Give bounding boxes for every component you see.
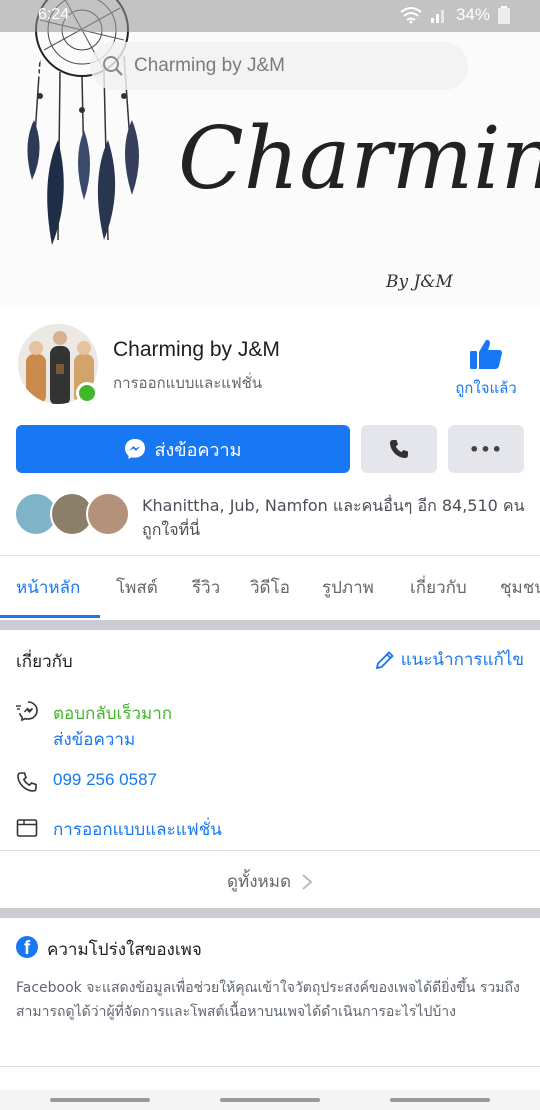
system-navigation-bar (0, 1090, 540, 1110)
cover-byline: By J&M (386, 272, 453, 292)
page-category[interactable]: การออกแบบและแฟชั่น (113, 371, 262, 395)
battery-icon (498, 6, 510, 24)
quick-reply-icon (16, 701, 38, 722)
see-all-label: ดูทั้งหมด (227, 872, 291, 892)
tab-reviews[interactable]: รีวิว (192, 574, 220, 601)
signal-icon (430, 10, 444, 23)
divider (0, 1066, 540, 1067)
back-arrow-icon[interactable] (30, 58, 54, 78)
like-thumb-icon (470, 339, 502, 369)
likes-summary-line2: ถูกใจที่นี่ (142, 520, 201, 539)
battery-percent: 34% (455, 5, 490, 24)
tab-about[interactable]: เกี่ยวกับ (410, 574, 467, 601)
tab-videos[interactable]: วิดีโอ (250, 574, 290, 601)
status-time: 6:24 (38, 6, 70, 23)
status-bar: 6:24 34% (0, 0, 540, 32)
nav-back-handle[interactable] (50, 1098, 150, 1102)
about-send-message-link[interactable]: ส่งข้อความ (53, 726, 135, 753)
transparency-description: Facebook จะแสดงข้อมูลเพื่อช่วยให้คุณเข้า… (16, 980, 520, 1020)
search-input[interactable]: Charming by J&M (134, 55, 285, 77)
facebook-icon: f (16, 936, 38, 958)
category-link[interactable]: การออกแบบและแฟชั่น (53, 816, 222, 843)
online-status-dot (76, 382, 98, 404)
divider (0, 850, 540, 851)
send-message-button[interactable]: ส่งข้อความ (16, 425, 350, 473)
wifi-icon (400, 7, 422, 24)
tab-community[interactable]: ชุมชน (500, 574, 540, 601)
nav-home-handle[interactable] (220, 1098, 320, 1102)
tab-posts[interactable]: โพสต์ (116, 574, 158, 601)
messenger-icon (125, 439, 146, 459)
more-options-button[interactable]: ••• (448, 425, 524, 473)
status-right: 34% (400, 5, 510, 25)
search-icon (103, 56, 123, 76)
like-button[interactable]: ถูกใจแล้ว (448, 338, 524, 400)
nav-recents-handle[interactable] (390, 1098, 490, 1102)
phone-icon (390, 440, 408, 458)
section-separator (0, 620, 540, 630)
page-tabs: หน้าหลัก โพสต์ รีวิว วิดีโอ รูปภาพ เกี่ย… (0, 556, 540, 618)
tab-photos[interactable]: รูปภาพ (322, 574, 374, 601)
active-tab-indicator (0, 615, 100, 618)
likes-summary[interactable]: Khanittha, Jub, Namfon และคนอื่นๆ อีก 84… (142, 494, 532, 542)
more-icon: ••• (469, 439, 503, 459)
section-separator (0, 908, 540, 918)
chevron-right-icon (302, 873, 313, 890)
phone-row-icon (17, 772, 37, 792)
tab-home[interactable]: หน้าหลัก (16, 574, 80, 601)
friends-avatars[interactable] (14, 492, 130, 538)
like-label: ถูกใจแล้ว (455, 379, 517, 397)
cover-script-title: Charming (178, 109, 540, 209)
friend-avatar (86, 492, 130, 536)
category-icon (16, 819, 38, 837)
transparency-heading: ความโปร่งใสของเพจ (47, 940, 202, 960)
about-heading: เกี่ยวกับ (16, 652, 73, 672)
suggest-edit-label: แนะนำการแก้ไข (400, 650, 524, 670)
quick-reply-status: ตอบกลับเร็วมาก (53, 704, 173, 724)
cover-photo[interactable]: Charming By J&M 6:24 34% (0, 0, 540, 305)
send-message-label: ส่งข้อความ (154, 439, 242, 461)
call-button[interactable] (361, 425, 437, 473)
search-bar[interactable]: Charming by J&M (90, 42, 468, 90)
likes-summary-line1: Khanittha, Jub, Namfon และคนอื่นๆ อีก 84… (142, 496, 525, 515)
page-name: Charming by J&M (113, 338, 280, 361)
suggest-edit-link[interactable]: แนะนำการแก้ไข (375, 646, 524, 673)
phone-number-link[interactable]: 099 256 0587 (53, 770, 157, 790)
see-all-button[interactable]: ดูทั้งหมด (0, 868, 540, 895)
pencil-icon (375, 650, 394, 669)
